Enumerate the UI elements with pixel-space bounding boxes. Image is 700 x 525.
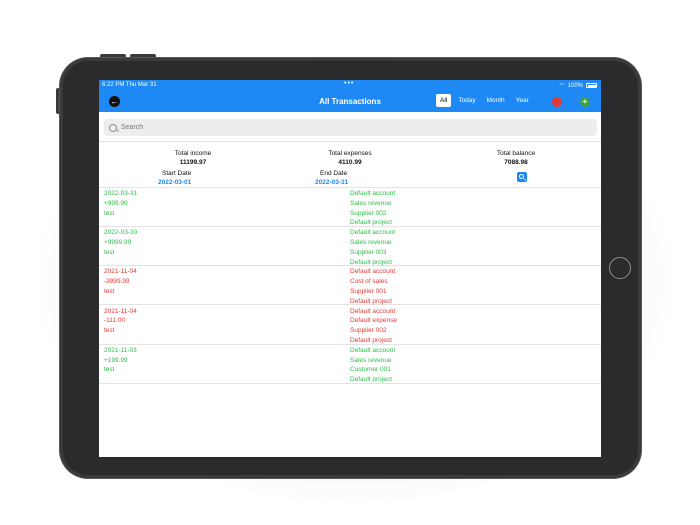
transaction-account: Default account bbox=[350, 268, 396, 276]
expenses-value: 4110.99 bbox=[338, 159, 362, 166]
transaction-note: test bbox=[104, 366, 115, 374]
transaction-party: Supplier 002 bbox=[350, 327, 387, 335]
transaction-category: Sales revenue bbox=[350, 199, 392, 207]
transaction-note: test bbox=[104, 209, 115, 217]
transaction-main: 2021-11-04 -111.00 test bbox=[104, 307, 137, 336]
transaction-row[interactable]: 2021-11-03 +199.99 test Default account Sale… bbox=[99, 345, 601, 384]
transaction-account: Default account bbox=[350, 346, 396, 354]
balance-label: Total balance bbox=[496, 150, 536, 157]
filter-search-button[interactable] bbox=[517, 172, 527, 182]
transaction-category: Sales revenue bbox=[350, 356, 392, 364]
transaction-date: 2021-11-03 bbox=[104, 346, 137, 354]
transaction-account: Default account bbox=[350, 307, 396, 315]
red-circle-icon[interactable] bbox=[552, 97, 562, 107]
transaction-category: Sales revenue bbox=[350, 238, 392, 246]
multitask-dots[interactable]: ••• bbox=[344, 80, 354, 87]
segment-today[interactable]: Today bbox=[454, 94, 479, 107]
transaction-note: test bbox=[104, 287, 115, 295]
transaction-category: Cost of sales bbox=[350, 278, 388, 286]
plus-circle-icon[interactable]: + bbox=[580, 97, 590, 107]
status-right: ◠ 100% bbox=[559, 82, 597, 89]
battery-percent: 100% bbox=[567, 82, 583, 89]
transaction-details: Default account Sales revenue Supplier 002… bbox=[350, 189, 395, 228]
divider bbox=[99, 141, 601, 142]
transaction-date: 2022-03-31 bbox=[104, 190, 138, 197]
transaction-main: 2021-11-04 -3999.99 test bbox=[104, 267, 137, 296]
segment-month[interactable]: Month bbox=[483, 94, 509, 107]
transaction-date: 2022-03-30 bbox=[104, 229, 138, 237]
segment-year[interactable]: Year bbox=[512, 94, 533, 107]
transaction-note: test bbox=[104, 327, 115, 335]
transaction-party: Supplier 002 bbox=[350, 209, 387, 217]
transaction-date: 2021-11-04 bbox=[104, 268, 137, 276]
expenses-label: Total expenses bbox=[328, 150, 372, 157]
stage: 6:22 PM Thu Mar 31 ••• ◠ 100% ← All Tran… bbox=[0, 0, 700, 525]
transaction-category: Default expense bbox=[350, 317, 397, 325]
segment-all[interactable]: All bbox=[436, 94, 452, 107]
balance-value: 7088.98 bbox=[504, 159, 528, 166]
end-date-label: End Date bbox=[320, 170, 348, 177]
transaction-row[interactable]: 2022-03-30 +9999.99 test Default account Sal… bbox=[99, 227, 601, 267]
status-time: 6:22 PM Thu Mar 31 bbox=[102, 82, 157, 88]
transaction-main: 2022-03-30 +9999.99 test bbox=[104, 228, 137, 257]
start-date-value[interactable]: 2022-03-01 bbox=[158, 179, 191, 186]
search-bar[interactable] bbox=[104, 119, 597, 136]
transaction-row[interactable]: 2021-11-04 -111.00 test Default account Defa… bbox=[99, 306, 601, 345]
search-icon bbox=[519, 174, 524, 179]
income-label: Total income bbox=[174, 150, 212, 157]
end-date-value[interactable]: 2022-03-31 bbox=[315, 179, 348, 186]
transaction-amount: +9999.99 bbox=[104, 238, 132, 246]
transaction-party: Supplier 001 bbox=[350, 287, 387, 295]
transaction-project: Default project bbox=[350, 376, 392, 384]
transaction-date: 2021-11-04 bbox=[104, 307, 137, 315]
transaction-main: 2022-03-31 +999.99 test bbox=[104, 189, 137, 218]
battery-icon bbox=[586, 83, 597, 88]
search-icon bbox=[109, 123, 117, 132]
transaction-note: test bbox=[104, 248, 115, 256]
transaction-details: Default account Default expense Supplier 0… bbox=[350, 307, 397, 346]
transaction-details: Default account Sales revenue Supplier 003… bbox=[350, 228, 395, 267]
transaction-account: Default account bbox=[350, 229, 396, 237]
transaction-party: Customer 001 bbox=[350, 366, 391, 374]
transaction-details: Default account Sales revenue Customer 001… bbox=[350, 346, 395, 385]
transaction-amount: +999.99 bbox=[104, 199, 128, 207]
app-screen: 6:22 PM Thu Mar 31 ••• ◠ 100% ← All Tran… bbox=[99, 80, 601, 457]
home-button[interactable] bbox=[609, 257, 631, 279]
transaction-row[interactable]: 2021-11-04 -3999.99 test Default account Cos… bbox=[99, 266, 601, 306]
income-value: 11199.97 bbox=[179, 159, 207, 166]
transaction-amount: +199.99 bbox=[104, 356, 128, 364]
transaction-party: Supplier 003 bbox=[350, 248, 387, 256]
nav-header: 6:22 PM Thu Mar 31 ••• ◠ 100% ← All Tran… bbox=[99, 80, 601, 112]
transaction-account: Default account bbox=[350, 190, 396, 197]
transaction-amount: -3999.99 bbox=[104, 278, 130, 286]
transaction-details: Default account Cost of sales Supplier 001… bbox=[350, 267, 395, 306]
wifi-icon: ◠ bbox=[559, 83, 565, 89]
search-input[interactable] bbox=[121, 124, 521, 131]
transaction-row[interactable]: 2022-03-31 +999.99 test Default account Sale… bbox=[99, 188, 601, 227]
period-segments: All Today Month Year bbox=[436, 94, 533, 107]
transaction-main: 2021-11-03 +199.99 test bbox=[104, 346, 137, 375]
transaction-amount: -111.00 bbox=[104, 317, 126, 325]
start-date-label: Start Date bbox=[162, 170, 192, 177]
